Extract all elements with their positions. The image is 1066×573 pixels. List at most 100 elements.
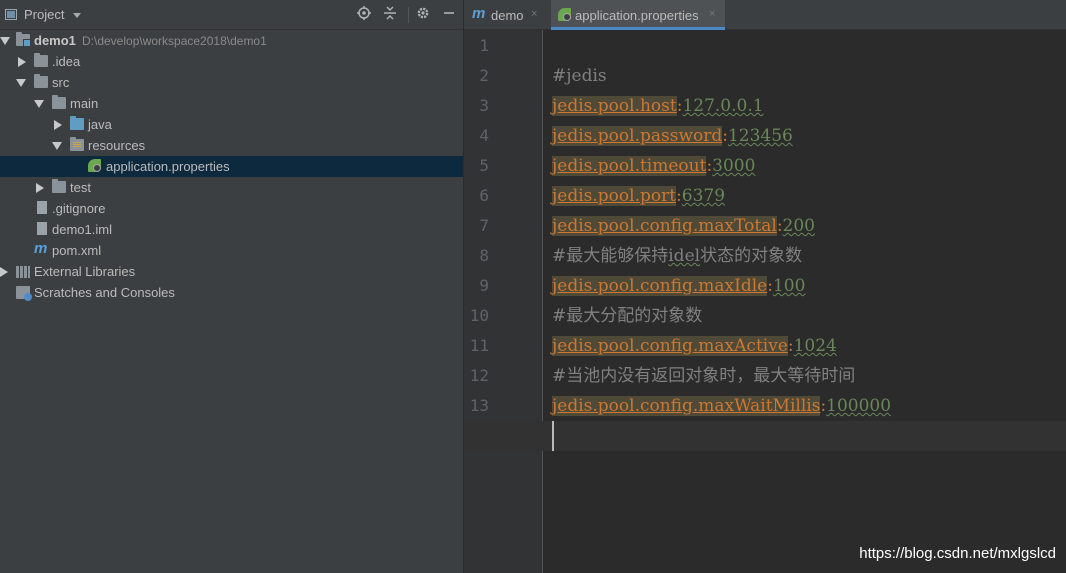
property-value: 3000: [712, 156, 756, 176]
code-line[interactable]: #当池内没有返回对象时，最大等待时间: [552, 361, 1066, 391]
tree-item-label: pom.xml: [52, 243, 102, 258]
code-area[interactable]: #jedis jedis.pool.host:127.0.0.1 jedis.poo…: [464, 31, 1066, 451]
line-number: 8: [479, 246, 489, 265]
collapse-arrow-icon[interactable]: [0, 267, 8, 277]
code-line[interactable]: jedis.pool.config.maxTotal:200: [552, 211, 1066, 241]
code-line[interactable]: #jedis: [552, 61, 1066, 91]
tab-demo[interactable]: m demo ×: [464, 0, 546, 29]
code-line[interactable]: #最大能够保持idel状态的对象数: [552, 241, 1066, 271]
project-panel-title[interactable]: Project: [24, 7, 64, 22]
collapse-arrow-icon[interactable]: [18, 57, 26, 67]
tree-item-src[interactable]: src: [0, 72, 463, 93]
line-number: 6: [479, 186, 489, 205]
text-caret: [552, 421, 554, 451]
expand-arrow-icon[interactable]: [52, 142, 62, 150]
project-panel-header: Project: [0, 0, 463, 30]
tree-item-external-libraries[interactable]: External Libraries: [0, 261, 463, 282]
tree-item-scratches[interactable]: Scratches and Consoles: [0, 282, 463, 303]
tab-label: application.properties: [575, 8, 699, 23]
code-line[interactable]: jedis.pool.host:127.0.0.1: [552, 91, 1066, 121]
code-line[interactable]: jedis.pool.config.maxActive:1024: [552, 331, 1066, 361]
comment-segment: #最大能够保持: [552, 246, 669, 266]
property-value: 123456: [727, 126, 793, 146]
property-key: jedis.pool.host: [552, 96, 677, 116]
close-icon[interactable]: ×: [531, 8, 537, 20]
spellcheck-word: idel: [668, 246, 701, 266]
code-line[interactable]: jedis.pool.port:6379: [552, 181, 1066, 211]
line-number: 12: [469, 366, 489, 385]
file-icon: [37, 201, 47, 214]
tree-item-main[interactable]: main: [0, 93, 463, 114]
tree-item-label: application.properties: [106, 159, 230, 174]
code-editor[interactable]: 1234567891011121314 #jedisjedis.pool.hos…: [464, 30, 1066, 573]
tree-item-label: .idea: [52, 54, 81, 69]
tree-item-demo1-iml[interactable]: demo1.iml: [0, 219, 463, 240]
tree-item-label: src: [52, 75, 70, 90]
tree-item-demo1[interactable]: demo1 D:\develop\workspace2018\demo1: [0, 30, 463, 51]
line-number: 9: [479, 276, 489, 295]
folder-icon: [52, 95, 66, 109]
code-line[interactable]: jedis.pool.config.maxIdle:100: [552, 271, 1066, 301]
tab-application-properties[interactable]: application.properties ×: [551, 0, 725, 30]
line-number: 3: [479, 96, 489, 115]
folder-icon: [52, 179, 66, 193]
tree-item-label: java: [88, 117, 112, 132]
project-tree: demo1 D:\develop\workspace2018\demo1 .id…: [0, 30, 463, 303]
tree-item-label: .gitignore: [52, 201, 106, 216]
line-number: 10: [469, 306, 489, 325]
property-value: 100: [772, 276, 806, 296]
property-key: jedis.pool.config.maxActive: [552, 336, 788, 356]
tree-item-label: demo1: [34, 33, 76, 48]
tree-item-gitignore[interactable]: .gitignore: [0, 198, 463, 219]
line-number: 11: [469, 336, 489, 355]
folder-icon: [34, 53, 48, 67]
ide-window: Project demo1 D:\develop\workspace2018\d…: [0, 0, 1066, 573]
tree-item-idea[interactable]: .idea: [0, 51, 463, 72]
resources-folder-icon: [70, 137, 84, 151]
expand-arrow-icon[interactable]: [34, 100, 44, 108]
collapse-all-icon[interactable]: [382, 6, 398, 22]
code-line[interactable]: [552, 31, 1066, 61]
expand-arrow-icon[interactable]: [16, 79, 26, 87]
code-line[interactable]: #最大分配的对象数: [552, 301, 1066, 331]
project-icon: [5, 9, 17, 20]
collapse-arrow-icon[interactable]: [54, 120, 62, 130]
comment-text: #当池内没有返回对象时，最大等待时间: [552, 366, 856, 386]
tree-item-label: main: [70, 96, 99, 111]
tree-item-test[interactable]: test: [0, 177, 463, 198]
tree-item-resources[interactable]: resources: [0, 135, 463, 156]
code-line[interactable]: jedis.pool.timeout:3000: [552, 151, 1066, 181]
chevron-down-icon[interactable]: [73, 13, 81, 18]
tree-item-label: External Libraries: [34, 264, 136, 279]
line-number: 13: [469, 396, 489, 415]
property-key: jedis.pool.timeout: [552, 156, 707, 176]
tree-item-label: resources: [88, 138, 146, 153]
watermark: https://blog.csdn.net/mxlgslcd: [859, 545, 1056, 562]
toolbar-divider: [408, 7, 409, 23]
tree-item-java[interactable]: java: [0, 114, 463, 135]
property-key: jedis.pool.config.maxIdle: [552, 276, 768, 296]
line-number: 1: [479, 36, 489, 55]
source-folder-icon: [70, 116, 84, 130]
code-line[interactable]: [464, 421, 1066, 451]
spring-leaf-icon: [88, 159, 101, 172]
gear-icon[interactable]: [415, 6, 431, 22]
code-line[interactable]: jedis.pool.password:123456: [552, 121, 1066, 151]
property-value: 100000: [826, 396, 892, 416]
line-number: 2: [479, 66, 489, 85]
locate-icon[interactable]: [356, 6, 372, 22]
tree-item-application-properties[interactable]: application.properties: [0, 156, 463, 177]
line-numbers: 1234567891011121314: [464, 31, 489, 451]
tree-item-pom-xml[interactable]: m pom.xml: [0, 240, 463, 261]
tree-item-label: demo1.iml: [52, 222, 112, 237]
iml-file-icon: [37, 222, 47, 235]
editor-gutter: 1234567891011121314: [464, 30, 543, 573]
close-icon[interactable]: ×: [709, 8, 715, 20]
comment-text: #jedis: [552, 66, 607, 86]
code-line[interactable]: jedis.pool.config.maxWaitMillis:100000: [552, 391, 1066, 421]
minimize-icon[interactable]: [441, 6, 457, 22]
expand-arrow-icon[interactable]: [0, 37, 10, 45]
line-number: 4: [479, 126, 489, 145]
collapse-arrow-icon[interactable]: [36, 183, 44, 193]
editor-tab-bar: m demo × application.properties ×: [464, 0, 1066, 30]
